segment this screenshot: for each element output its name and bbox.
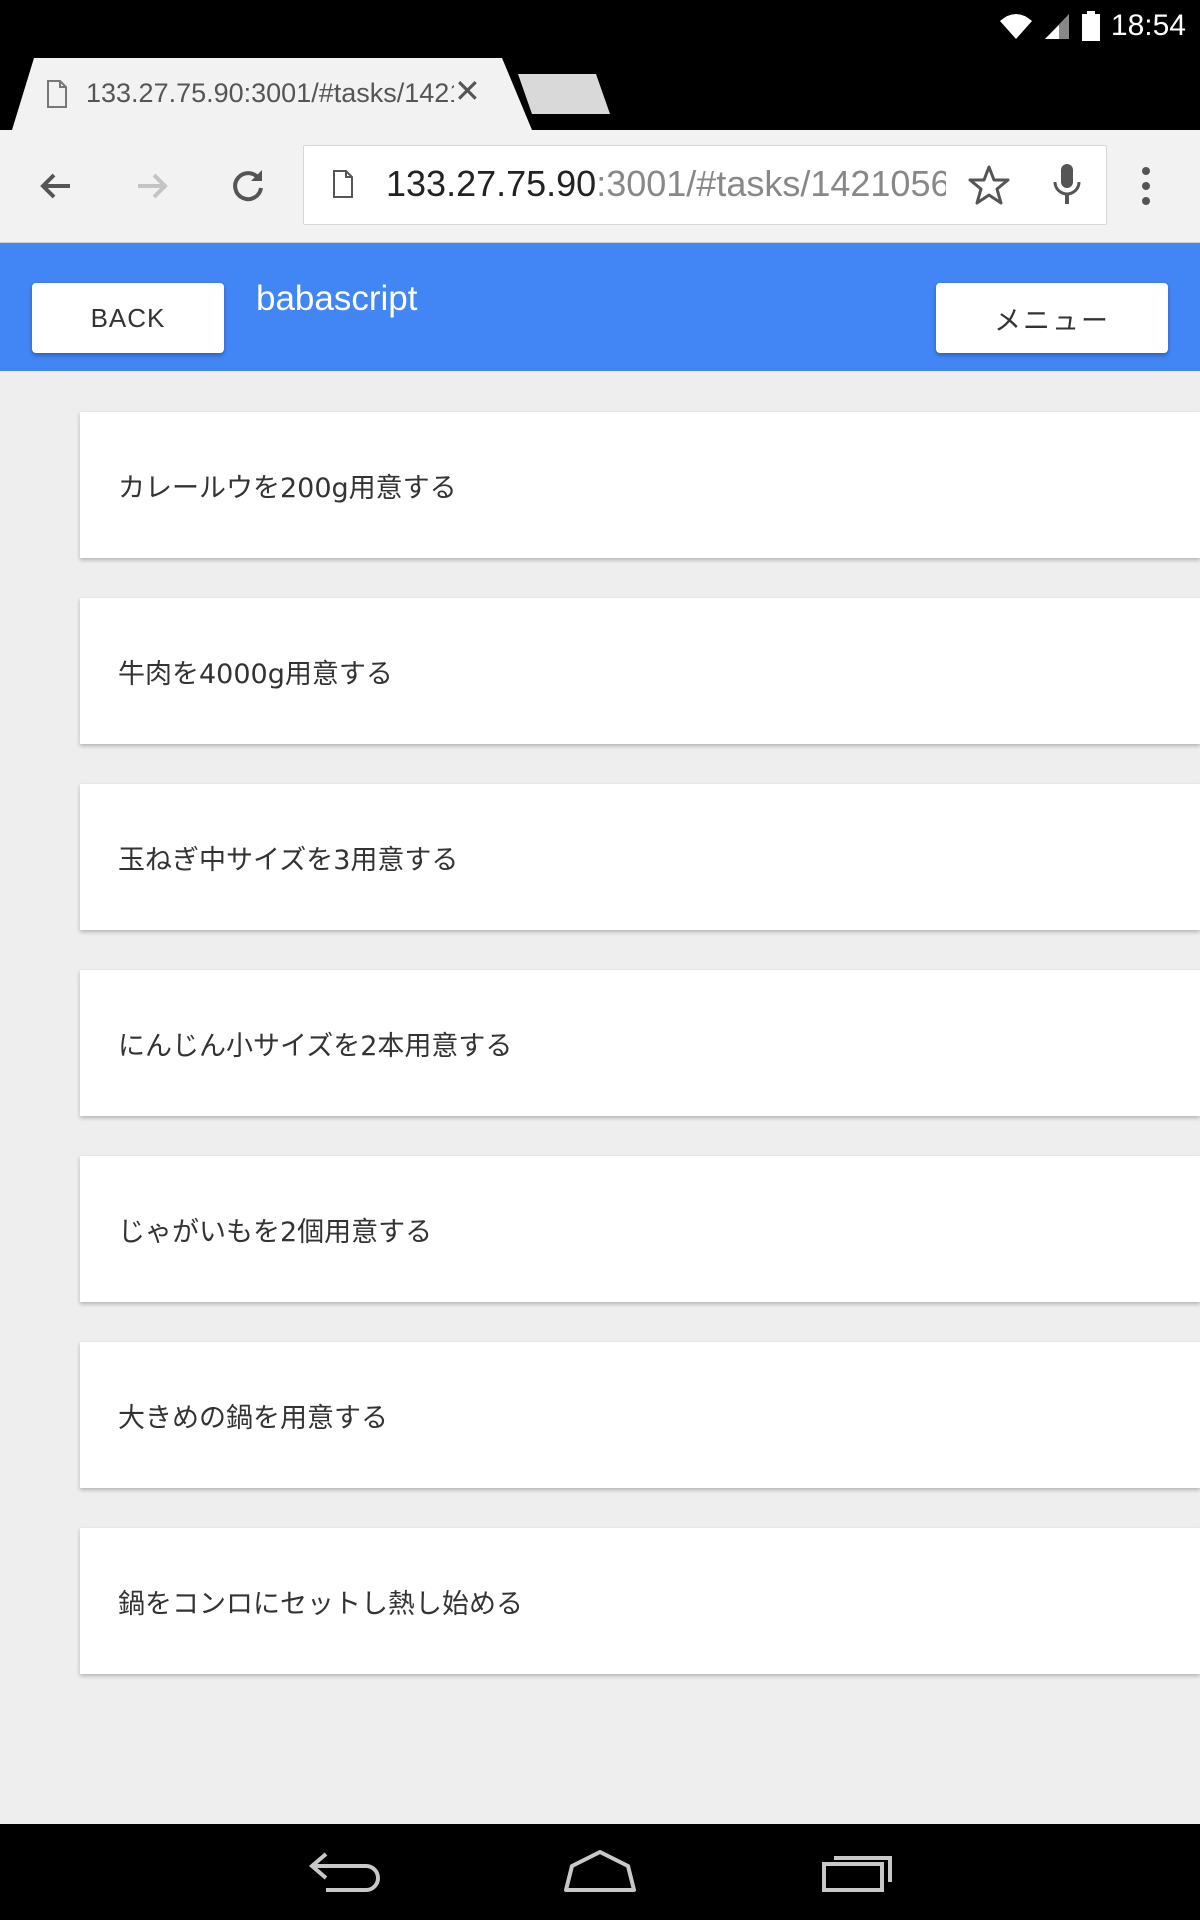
nav-home-icon[interactable]: [560, 1846, 640, 1896]
app-header: BACK babascript メニュー: [0, 243, 1200, 371]
nav-back-icon[interactable]: [304, 1846, 384, 1896]
navigation-bar: [0, 1824, 1200, 1920]
microphone-icon[interactable]: [1052, 162, 1082, 208]
page-info-icon[interactable]: [332, 170, 354, 198]
address-bar[interactable]: 133.27.75.90:3001/#tasks/1421056: [303, 145, 1107, 225]
document-icon: [47, 80, 67, 108]
url-host: 133.27.75.90: [386, 164, 597, 204]
task-card[interactable]: 玉ねぎ中サイズを3用意する: [80, 784, 1200, 930]
browser-tab[interactable]: 133.27.75.90:3001/#tasks/1421056 ✕: [12, 58, 532, 130]
task-card[interactable]: じゃがいもを2個用意する: [80, 1156, 1200, 1302]
app-title: babascript: [256, 279, 418, 318]
new-tab-button[interactable]: [518, 74, 610, 114]
task-card[interactable]: カレールウを200g用意する: [80, 412, 1200, 558]
back-arrow-icon[interactable]: [34, 164, 78, 208]
task-card[interactable]: にんじん小サイズを2本用意する: [80, 970, 1200, 1116]
status-bar: 18:54 133.27.75.90:3001/#tasks/1421056 ✕: [0, 0, 1200, 130]
battery-icon: [1081, 11, 1100, 41]
task-card[interactable]: 鍋をコンロにセットし熱し始める: [80, 1528, 1200, 1674]
close-tab-icon[interactable]: ✕: [454, 72, 481, 110]
url-path: :3001/#tasks/1421056: [596, 164, 946, 204]
nav-recents-icon[interactable]: [818, 1846, 898, 1896]
tab-title: 133.27.75.90:3001/#tasks/1421056: [86, 78, 454, 108]
back-button[interactable]: BACK: [32, 283, 224, 353]
wifi-icon: [999, 14, 1032, 39]
menu-button[interactable]: メニュー: [936, 283, 1168, 353]
bookmark-star-icon[interactable]: [968, 164, 1010, 206]
task-list: カレールウを200g用意する 牛肉を4000g用意する 玉ねぎ中サイズを3用意す…: [80, 412, 1200, 1714]
status-clock: 18:54: [1110, 9, 1186, 42]
status-icons: 18:54: [999, 8, 1186, 44]
task-card[interactable]: 牛肉を4000g用意する: [80, 598, 1200, 744]
task-card[interactable]: 大きめの鍋を用意する: [80, 1342, 1200, 1488]
overflow-menu-icon[interactable]: [1140, 166, 1152, 206]
url-text[interactable]: 133.27.75.90:3001/#tasks/1421056: [386, 164, 946, 204]
browser-toolbar: 133.27.75.90:3001/#tasks/1421056: [0, 130, 1200, 243]
reload-icon[interactable]: [226, 164, 270, 208]
signal-icon: [1044, 14, 1069, 39]
forward-arrow-icon[interactable]: [130, 164, 174, 208]
